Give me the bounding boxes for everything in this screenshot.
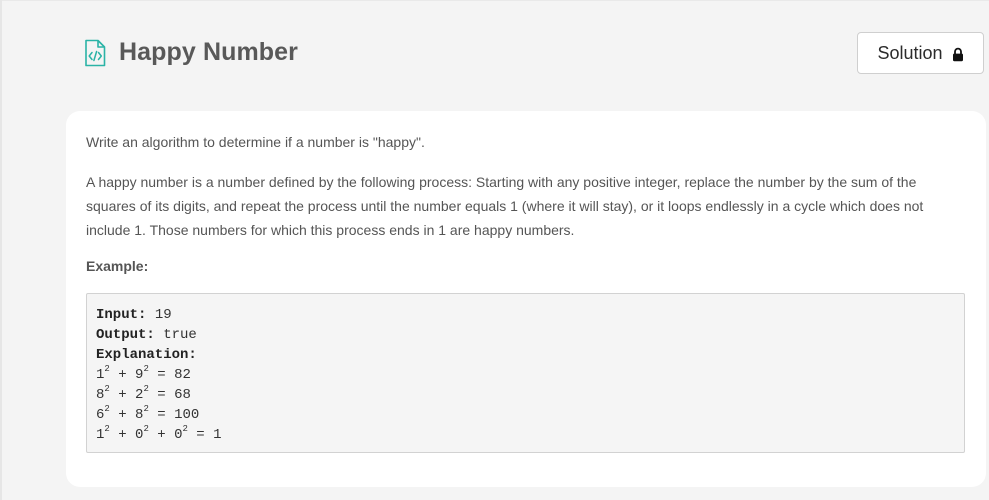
page-title: Happy Number: [119, 38, 299, 66]
output-key: Output:: [96, 327, 155, 343]
step-exponent: 2: [143, 384, 149, 395]
step-exponent: 2: [143, 404, 149, 415]
problem-header: Happy Number: [84, 38, 298, 67]
lock-icon: [952, 46, 964, 61]
step-exponent: 2: [143, 364, 149, 375]
explanation-step-line: 12 + 02 + 02 = 1: [96, 424, 222, 443]
window-left-border: [0, 0, 2, 500]
problem-description-card: Write an algorithm to determine if a num…: [66, 111, 986, 487]
code-file-icon: [84, 39, 106, 67]
problem-definition-text: A happy number is a number defined by th…: [86, 174, 924, 238]
example-output-line: Output: true: [96, 325, 955, 345]
step-exponent: 2: [104, 364, 110, 375]
step-exponent: 2: [104, 424, 110, 435]
output-value: true: [163, 327, 197, 343]
solution-button-label: Solution: [877, 42, 943, 63]
step-exponent: 2: [143, 424, 149, 435]
example-input-line: Input: 19: [96, 305, 955, 325]
example-explanation-line: Explanation:: [96, 345, 955, 365]
example-heading: Example:: [86, 258, 149, 274]
problem-intro-text: Write an algorithm to determine if a num…: [86, 134, 425, 150]
step-exponent: 2: [182, 424, 188, 435]
input-key: Input:: [96, 307, 147, 323]
window-top-border: [0, 0, 989, 1]
explanation-step-line: 82 + 22 = 68: [96, 384, 191, 403]
example-code-block: Input: 19 Output: true Explanation: 12 +…: [86, 293, 965, 453]
solution-button[interactable]: Solution: [857, 32, 984, 74]
explanation-step-line: 12 + 92 = 82: [96, 364, 191, 383]
step-result: 1: [213, 427, 222, 443]
step-result: 100: [174, 407, 200, 423]
input-value: 19: [154, 307, 172, 323]
step-result: 82: [174, 367, 191, 383]
step-exponent: 2: [104, 404, 110, 415]
explanation-steps: 12 + 92 = 82 82 + 22 = 68 62 + 82 = 100 12 …: [96, 365, 955, 445]
step-result: 68: [174, 387, 191, 403]
explanation-step-line: 62 + 82 = 100: [96, 404, 200, 423]
step-exponent: 2: [104, 384, 110, 395]
explanation-key: Explanation:: [96, 347, 197, 363]
